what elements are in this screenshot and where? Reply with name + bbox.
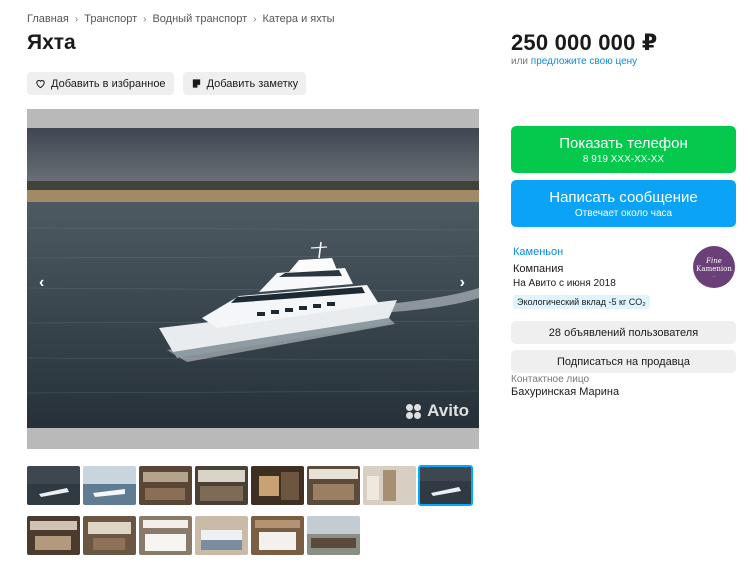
avito-logo-icon bbox=[406, 403, 424, 419]
thumbnail-active[interactable] bbox=[418, 465, 473, 506]
seller-ads-button[interactable]: 28 объявлений пользователя bbox=[511, 321, 736, 344]
breadcrumb: Главная › Транспорт › Водный транспорт ›… bbox=[27, 13, 335, 25]
watermark-text: Avito bbox=[427, 401, 469, 420]
add-note-label: Добавить заметку bbox=[206, 77, 299, 90]
thumbnail[interactable] bbox=[27, 466, 80, 505]
thumbnail[interactable] bbox=[251, 516, 304, 555]
breadcrumb-boats-yachts[interactable]: Катера и яхты bbox=[262, 13, 334, 25]
add-to-favorites-button[interactable]: Добавить в избранное bbox=[27, 72, 174, 95]
contact-person-label: Контактное лицо bbox=[511, 374, 590, 385]
thumbnail[interactable] bbox=[307, 466, 360, 505]
thumbnail[interactable] bbox=[307, 516, 360, 555]
price: 250 000 000 ₽ bbox=[511, 30, 658, 55]
avatar-text-line3: — bbox=[712, 273, 716, 278]
show-phone-button[interactable]: Показать телефон 8 919 XXX-XX-XX bbox=[511, 126, 736, 173]
thumbnail[interactable] bbox=[139, 516, 192, 555]
seller-name-link[interactable]: Каменьон bbox=[513, 246, 650, 258]
thumbnail[interactable] bbox=[195, 516, 248, 555]
listing-actions: Добавить в избранное Добавить заметку bbox=[27, 72, 307, 95]
breadcrumb-home[interactable]: Главная bbox=[27, 13, 69, 25]
subscribe-seller-button[interactable]: Подписаться на продавца bbox=[511, 350, 736, 373]
breadcrumb-water-transport[interactable]: Водный транспорт bbox=[152, 13, 247, 25]
thumbnail[interactable] bbox=[139, 466, 192, 505]
thumbnail[interactable] bbox=[83, 466, 136, 505]
seller-since: На Авито с июня 2018 bbox=[513, 278, 616, 289]
offer-price-link[interactable]: предложите свою цену bbox=[531, 56, 637, 67]
write-message-button[interactable]: Написать сообщение Отвечает около часа bbox=[511, 180, 736, 227]
photo-gallery[interactable]: ‹ › Avito bbox=[27, 109, 479, 449]
thumbnail[interactable] bbox=[83, 516, 136, 555]
chevron-right-icon: › bbox=[74, 13, 79, 25]
avito-watermark: Avito bbox=[406, 401, 469, 421]
thumbnail[interactable] bbox=[27, 516, 80, 555]
contact-person-name: Бахуринская Марина bbox=[511, 386, 620, 398]
seller-avatar[interactable]: Fine Kamenion — bbox=[693, 246, 735, 288]
show-phone-label: Показать телефон bbox=[559, 134, 688, 152]
seller-type: Компания bbox=[513, 263, 564, 275]
chevron-right-icon[interactable]: › bbox=[460, 274, 465, 292]
heart-icon bbox=[36, 80, 45, 89]
seller-info: Каменьон Компания На Авито с июня 2018 Э… bbox=[513, 246, 650, 310]
breadcrumb-transport[interactable]: Транспорт bbox=[84, 13, 137, 25]
add-note-button[interactable]: Добавить заметку bbox=[182, 72, 307, 95]
thumbnail[interactable] bbox=[251, 466, 304, 505]
main-photo bbox=[27, 128, 479, 428]
response-time: Отвечает около часа bbox=[574, 207, 673, 219]
eco-contribution-badge[interactable]: Экологический вклад -5 кг CO₂ bbox=[513, 295, 650, 309]
chevron-right-icon: › bbox=[143, 13, 147, 25]
note-icon bbox=[192, 79, 200, 88]
page-title: Яхта bbox=[27, 31, 76, 54]
price-offer: или предложите свою цену bbox=[511, 56, 637, 67]
phone-number: 8 919 XXX-XX-XX bbox=[582, 153, 665, 165]
add-to-favorites-label: Добавить в избранное bbox=[51, 77, 166, 90]
thumbnail[interactable] bbox=[363, 466, 416, 505]
price-offer-prefix: или bbox=[511, 56, 529, 67]
avatar-text-line1: Fine bbox=[706, 256, 722, 265]
chevron-right-icon: › bbox=[253, 13, 257, 25]
write-message-label: Написать сообщение bbox=[549, 188, 698, 206]
thumbnail[interactable] bbox=[195, 466, 248, 505]
chevron-left-icon[interactable]: ‹ bbox=[39, 274, 44, 292]
avatar-text-line2: Kamenion bbox=[696, 264, 732, 273]
thumbnail-strip bbox=[27, 465, 479, 566]
